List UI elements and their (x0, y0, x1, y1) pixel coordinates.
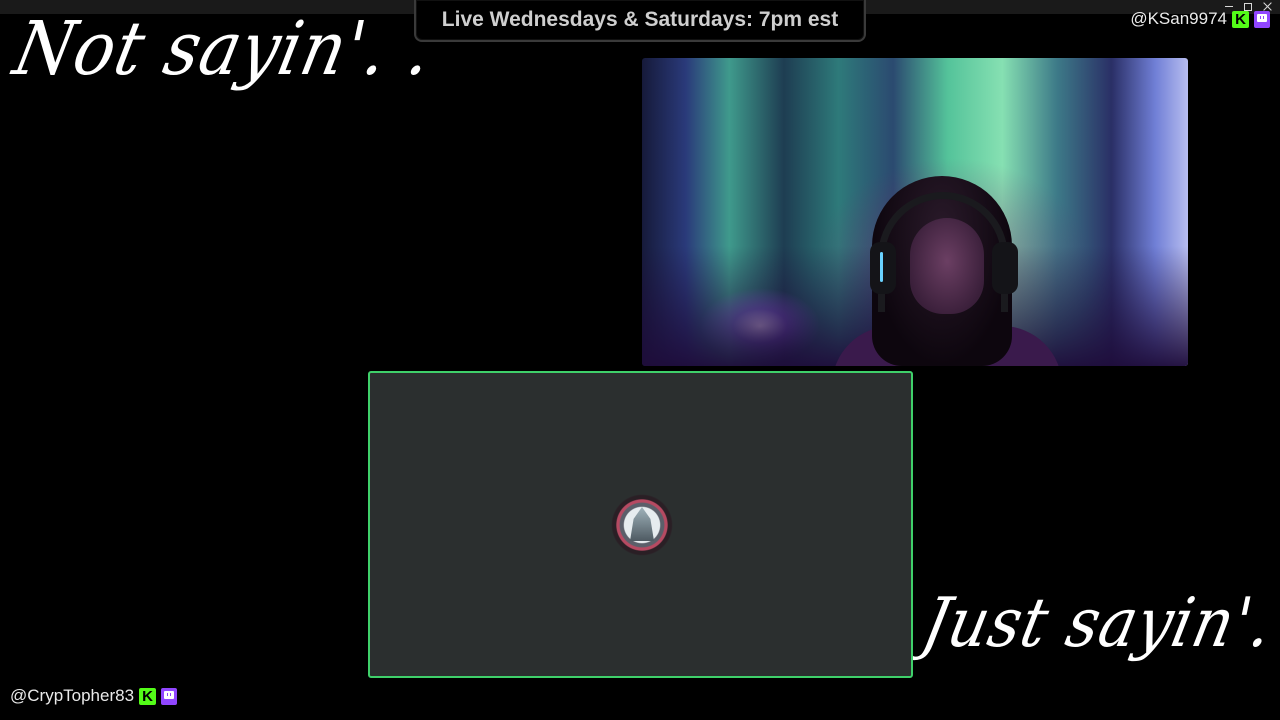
kick-logo-icon: K (139, 687, 157, 705)
headset-earcup-right (992, 242, 1018, 294)
headset-earcup-left (870, 242, 896, 294)
webcam-person (832, 176, 1062, 366)
streamer-handle-top-right: @KSan9974 K (1130, 9, 1270, 29)
participant-avatar (609, 492, 675, 558)
overlay-text-bottom-right: Just sayin'. . (915, 584, 1280, 663)
handle-text: @CrypTopher83 (10, 686, 135, 705)
webcam-video-feed[interactable] (642, 58, 1188, 366)
kick-logo-icon: K (1232, 10, 1249, 28)
kick-glyph: K (1235, 10, 1246, 28)
streamer-handle-bottom-left: @CrypTopher83 K (10, 686, 178, 706)
twitch-logo-icon (1254, 10, 1270, 28)
twitch-logo-icon (161, 687, 178, 705)
schedule-banner: Live Wednesdays & Saturdays: 7pm est (414, 0, 866, 42)
kick-glyph: K (142, 687, 153, 705)
overlay-text-top-left: Not sayin'. . (6, 6, 441, 92)
speaker-video-tile[interactable] (368, 371, 913, 678)
handle-text: @KSan9974 (1130, 9, 1227, 28)
schedule-banner-text: Live Wednesdays & Saturdays: 7pm est (441, 8, 839, 31)
headset-icon (878, 192, 1008, 312)
hooded-figure-icon (630, 507, 654, 541)
